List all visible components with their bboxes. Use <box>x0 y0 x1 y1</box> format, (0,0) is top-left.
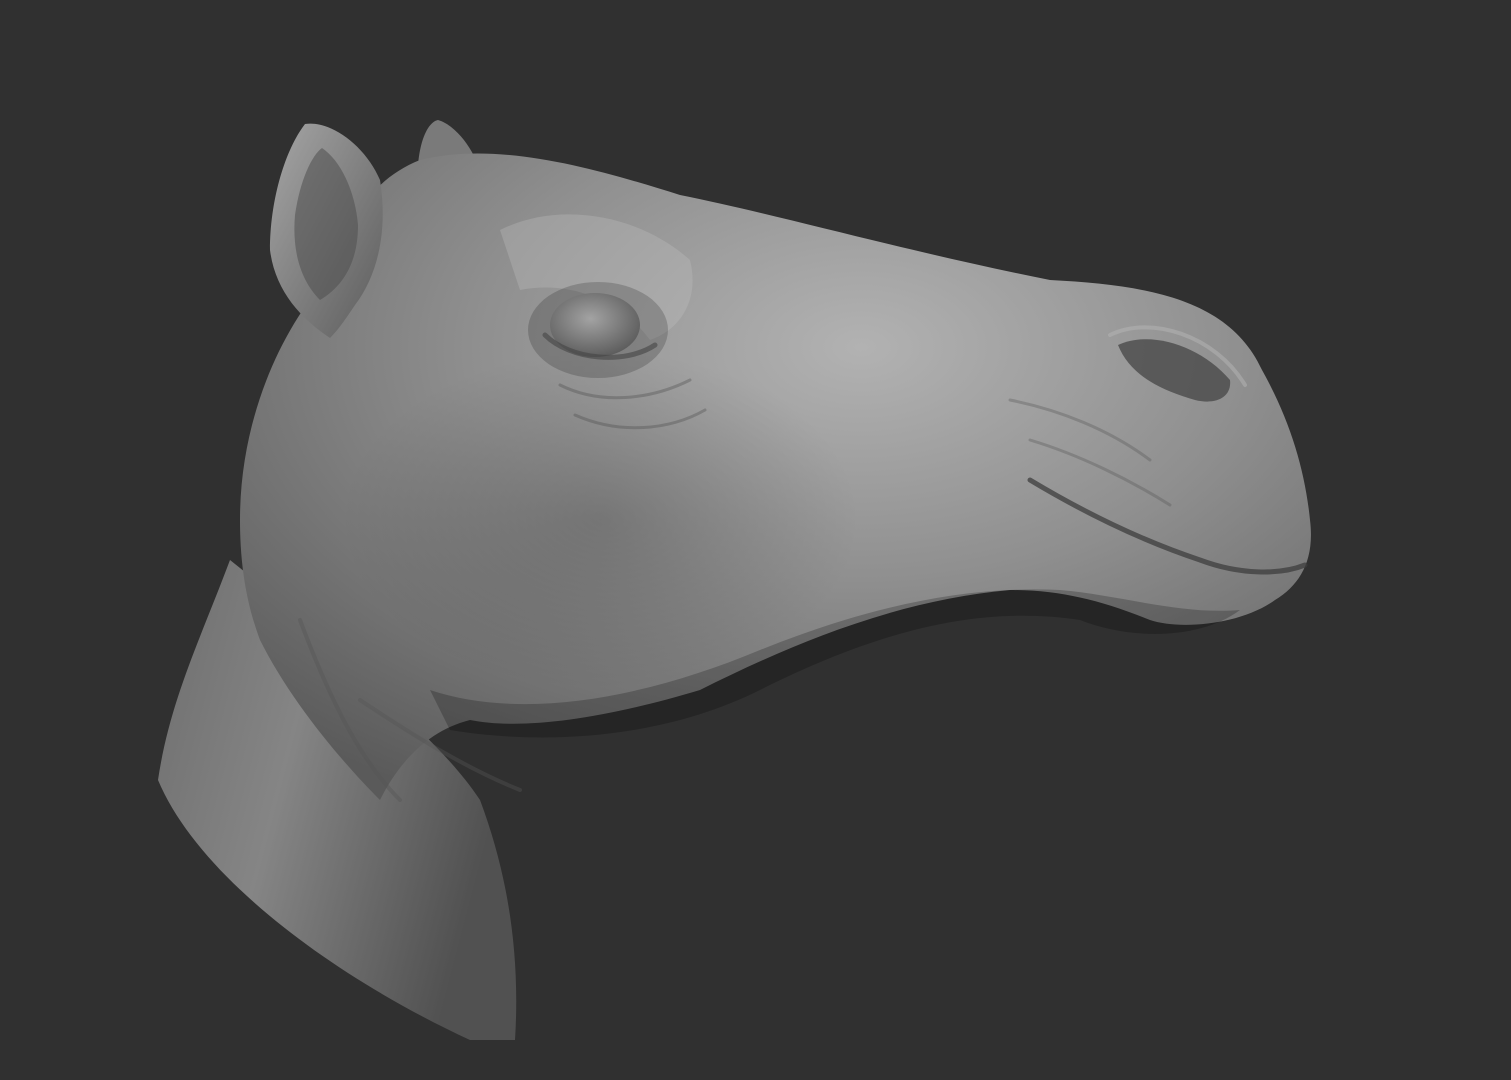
camel-head-render <box>0 0 1511 1080</box>
viewport <box>0 0 1511 1080</box>
cheek-shade <box>340 350 860 690</box>
